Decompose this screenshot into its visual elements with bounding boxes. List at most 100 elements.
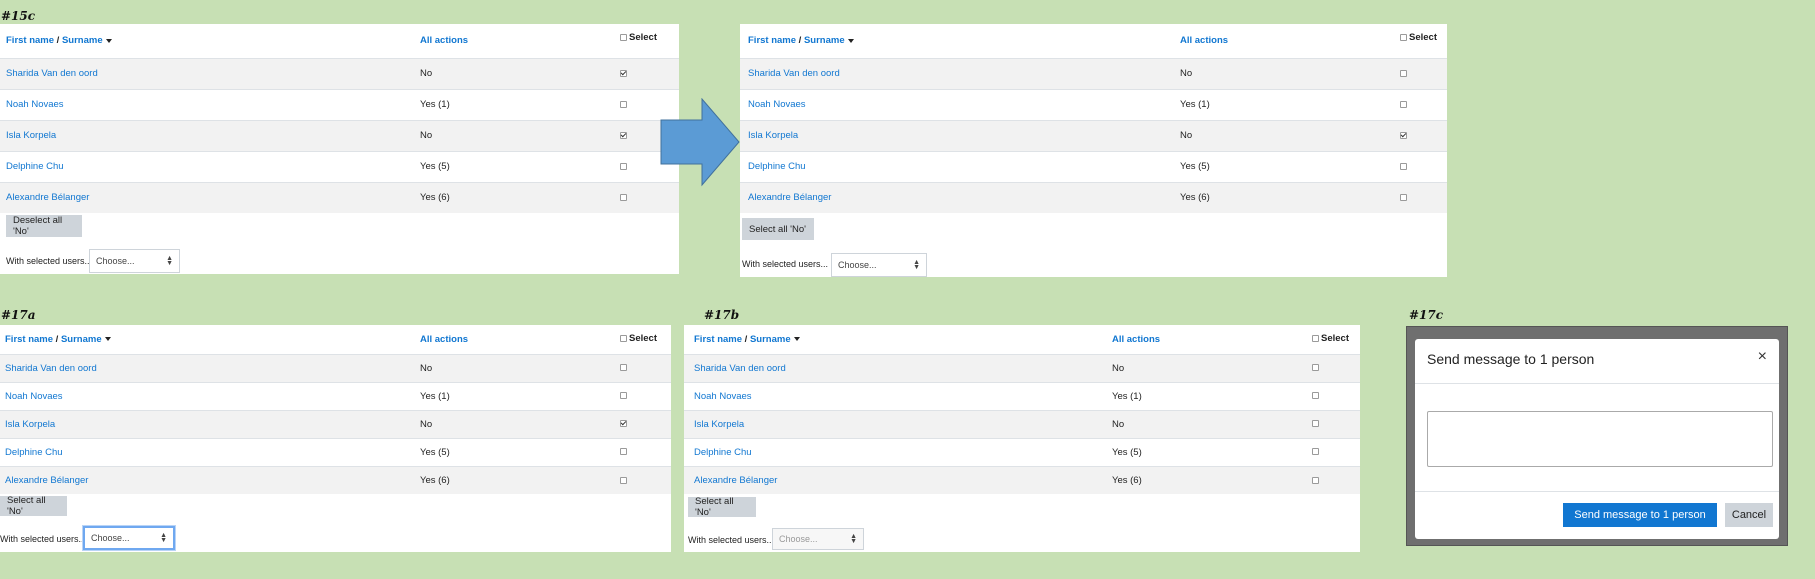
user-select-checkbox[interactable] <box>620 448 627 456</box>
surname-sort-link[interactable]: Surname <box>61 334 102 345</box>
user-name-link[interactable]: Isla Korpela <box>0 409 420 438</box>
user-select-checkbox[interactable] <box>1400 162 1407 170</box>
first-name-sort-link[interactable]: First name <box>6 35 54 46</box>
user-actions-value: Yes (1) <box>420 88 620 120</box>
table-header-row: First name / Surname All actions Select <box>740 24 1447 59</box>
user-name-link[interactable]: Isla Korpela <box>740 119 1180 151</box>
with-selected-label: With selected users... <box>6 256 93 266</box>
user-select-checkbox[interactable] <box>1312 392 1319 400</box>
all-actions-header-label[interactable]: All actions <box>1180 35 1228 46</box>
select-all-checkbox[interactable] <box>620 334 627 342</box>
all-actions-column-header[interactable]: All actions <box>1112 325 1312 355</box>
user-select-checkbox[interactable] <box>620 392 627 400</box>
select-header-label: Select <box>1321 333 1349 344</box>
all-actions-header-label[interactable]: All actions <box>420 334 468 345</box>
surname-sort-link[interactable]: Surname <box>62 35 103 46</box>
all-actions-column-header[interactable]: All actions <box>420 325 620 355</box>
user-name-link[interactable]: Delphine Chu <box>0 437 420 466</box>
user-name-link[interactable]: Sharida Van den oord <box>740 57 1180 89</box>
users-table: First name / Surname All actions Select Sha… <box>0 24 679 213</box>
user-select-checkbox[interactable] <box>620 364 627 372</box>
surname-sort-link[interactable]: Surname <box>750 334 791 345</box>
user-select-checkbox[interactable] <box>1400 69 1407 77</box>
select-all-no-button[interactable]: Select all 'No' <box>688 496 756 518</box>
right-arrow-icon <box>660 98 740 187</box>
user-select-checkbox[interactable] <box>620 131 627 139</box>
select-column-header: Select <box>1400 24 1447 59</box>
with-selected-select[interactable]: Choose... ▲ ▼ <box>831 253 927 277</box>
first-name-sort-link[interactable]: First name <box>694 334 742 345</box>
user-name-link[interactable]: Isla Korpela <box>0 119 420 151</box>
message-textarea[interactable] <box>1427 411 1773 467</box>
user-name-link[interactable]: Sharida Van den oord <box>0 57 420 89</box>
name-column-header[interactable]: First name / Surname <box>0 24 420 59</box>
table-row: Delphine Chu Yes (5) <box>684 437 1360 466</box>
user-select-checkbox[interactable] <box>620 194 627 202</box>
user-select-checkbox[interactable] <box>620 162 627 170</box>
send-message-button[interactable]: Send message to 1 person <box>1563 503 1717 527</box>
user-select-cell <box>620 353 671 382</box>
user-name-link[interactable]: Alexandre Bélanger <box>684 465 1112 494</box>
name-column-header[interactable]: First name / Surname <box>684 325 1112 355</box>
modal-backdrop: Send message to 1 person × Send message … <box>1406 326 1788 546</box>
user-select-cell <box>1312 409 1360 438</box>
modal-title: Send message to 1 person <box>1427 351 1595 367</box>
user-actions-value: Yes (5) <box>1180 150 1400 182</box>
user-select-checkbox[interactable] <box>620 100 627 108</box>
table-row: Sharida Van den oord No <box>684 353 1360 382</box>
user-name-link[interactable]: Noah Novaes <box>740 88 1180 120</box>
user-name-link[interactable]: Noah Novaes <box>0 381 420 410</box>
user-select-checkbox[interactable] <box>1400 100 1407 108</box>
user-name-link[interactable]: Alexandre Bélanger <box>0 465 420 494</box>
all-actions-header-label[interactable]: All actions <box>420 35 468 46</box>
with-selected-select[interactable]: Choose... ▲ ▼ <box>89 249 180 273</box>
all-actions-column-header[interactable]: All actions <box>1180 24 1400 59</box>
first-name-sort-link[interactable]: First name <box>5 334 53 345</box>
modal-divider <box>1415 383 1779 384</box>
user-name-link[interactable]: Alexandre Bélanger <box>740 181 1180 213</box>
user-name-link[interactable]: Delphine Chu <box>740 150 1180 182</box>
user-select-checkbox[interactable] <box>1312 420 1319 428</box>
user-select-checkbox[interactable] <box>620 476 627 484</box>
user-name-link[interactable]: Isla Korpela <box>684 409 1112 438</box>
user-select-checkbox[interactable] <box>1312 448 1319 456</box>
user-name-link[interactable]: Sharida Van den oord <box>684 353 1112 382</box>
first-name-sort-link[interactable]: First name <box>748 35 796 46</box>
deselect-all-no-button[interactable]: Deselect all 'No' <box>6 215 82 237</box>
select-arrow-icon: ▲ ▼ <box>166 255 173 267</box>
table-header-row: First name / Surname All actions Select <box>684 325 1360 355</box>
select-all-checkbox[interactable] <box>620 33 627 41</box>
select-all-no-button[interactable]: Select all 'No' <box>0 495 67 517</box>
user-select-checkbox[interactable] <box>620 420 627 428</box>
select-header-label: Select <box>1409 32 1437 43</box>
user-name-link[interactable]: Alexandre Bélanger <box>0 181 420 213</box>
user-name-link[interactable]: Sharida Van den oord <box>0 353 420 382</box>
all-actions-column-header[interactable]: All actions <box>420 24 620 59</box>
close-icon[interactable]: × <box>1758 348 1767 366</box>
all-actions-header-label[interactable]: All actions <box>1112 334 1160 345</box>
name-column-header[interactable]: First name / Surname <box>740 24 1180 59</box>
user-name-link[interactable]: Delphine Chu <box>684 437 1112 466</box>
caption-17b: #17b <box>704 308 740 322</box>
user-name-link[interactable]: Noah Novaes <box>684 381 1112 410</box>
with-selected-select[interactable]: Choose... ▲ ▼ <box>83 526 175 550</box>
user-select-checkbox[interactable] <box>1312 364 1319 372</box>
user-name-link[interactable]: Delphine Chu <box>0 150 420 182</box>
user-actions-value: No <box>1180 57 1400 89</box>
cancel-button[interactable]: Cancel <box>1725 503 1773 527</box>
with-selected-label: With selected users... <box>688 535 775 545</box>
surname-sort-link[interactable]: Surname <box>804 35 845 46</box>
user-select-checkbox[interactable] <box>620 69 627 77</box>
user-name-link[interactable]: Noah Novaes <box>0 88 420 120</box>
select-all-no-button[interactable]: Select all 'No' <box>742 218 814 240</box>
user-select-checkbox[interactable] <box>1312 476 1319 484</box>
table-row: Noah Novaes Yes (1) <box>0 88 679 120</box>
select-all-checkbox[interactable] <box>1312 334 1319 342</box>
select-all-checkbox[interactable] <box>1400 33 1407 41</box>
name-column-header[interactable]: First name / Surname <box>0 325 420 355</box>
sort-desc-icon <box>793 337 800 342</box>
user-select-checkbox[interactable] <box>1400 194 1407 202</box>
user-select-checkbox[interactable] <box>1400 131 1407 139</box>
with-selected-select[interactable]: Choose... ▲ ▼ <box>772 528 864 550</box>
table-row: Alexandre Bélanger Yes (6) <box>0 181 679 213</box>
